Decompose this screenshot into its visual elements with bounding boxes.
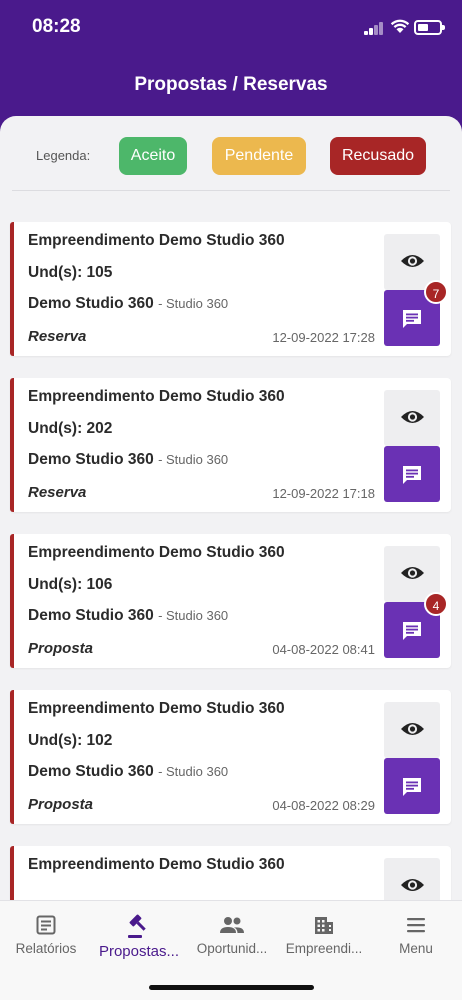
- eye-icon: [401, 411, 424, 423]
- status-bar-refused: [10, 846, 14, 900]
- proposal-card[interactable]: Empreendimento Demo Studio 360 Und(s): 10…: [10, 534, 451, 668]
- chat-icon: [403, 622, 421, 640]
- chat-icon: [403, 778, 421, 796]
- eye-icon: [401, 255, 424, 267]
- chat-button[interactable]: [384, 758, 440, 814]
- proposal-card[interactable]: Empreendimento Demo Studio 360 Und(s): 10…: [10, 222, 451, 356]
- status-bar-refused: [10, 222, 14, 356]
- unread-badge: 7: [424, 280, 448, 304]
- card-date: 12-09-2022 17:28: [272, 330, 375, 345]
- proposal-card[interactable]: Empreendimento Demo Studio 360: [10, 846, 451, 900]
- card-empreendimento: Empreendimento Demo Studio 360: [28, 700, 285, 717]
- card-client-name: Demo Studio 360: [28, 295, 154, 312]
- status-time: 08:28: [32, 16, 81, 37]
- tab-oportunidades[interactable]: Oportunid...: [186, 909, 278, 965]
- eye-icon: [401, 567, 424, 579]
- card-kind: Reserva: [28, 484, 87, 501]
- menu-icon: [407, 918, 425, 933]
- tab-propostas[interactable]: Propostas...: [92, 909, 186, 965]
- chat-button[interactable]: [384, 446, 440, 502]
- page-title: Propostas / Reservas: [134, 74, 328, 95]
- proposal-card[interactable]: Empreendimento Demo Studio 360 Und(s): 20…: [10, 378, 451, 512]
- proposal-card[interactable]: Empreendimento Demo Studio 360 Und(s): 10…: [10, 690, 451, 824]
- divider: [12, 190, 450, 191]
- battery-icon: [414, 20, 445, 35]
- card-client-name: Demo Studio 360: [28, 763, 154, 780]
- status-bar-refused: [10, 690, 14, 824]
- unread-badge: 4: [424, 592, 448, 616]
- card-date: 12-09-2022 17:18: [272, 486, 375, 501]
- legend-chip-pending: Pendente: [212, 137, 306, 175]
- status-bar: 08:28: [0, 0, 462, 56]
- card-units: Und(s): 106: [28, 576, 113, 593]
- tab-label: Relatórios: [15, 941, 77, 956]
- tab-empreendimentos[interactable]: Empreendi...: [278, 909, 370, 965]
- card-empreendimento: Empreendimento Demo Studio 360: [28, 232, 285, 249]
- card-empreendimento: Empreendimento Demo Studio 360: [28, 544, 285, 561]
- legend-chip-refused: Recusado: [330, 137, 426, 175]
- card-client: Demo Studio 360 - Studio 360: [28, 295, 228, 313]
- card-empreendimento: Empreendimento Demo Studio 360: [28, 388, 285, 405]
- card-client-sub: - Studio 360: [158, 452, 229, 467]
- card-date: 04-08-2022 08:29: [272, 798, 375, 813]
- view-button[interactable]: [384, 858, 440, 900]
- card-kind: Proposta: [28, 640, 94, 657]
- content-panel: Legenda: Aceito Pendente Recusado Empree…: [0, 116, 462, 900]
- wifi-icon: [390, 19, 410, 33]
- card-client-name: Demo Studio 360: [28, 607, 154, 624]
- card-client: Demo Studio 360 - Studio 360: [28, 451, 228, 469]
- legend: Legenda: Aceito Pendente Recusado: [0, 126, 462, 178]
- chat-icon: [403, 310, 421, 328]
- card-date: 04-08-2022 08:41: [272, 642, 375, 657]
- status-bar-refused: [10, 534, 14, 668]
- card-client-sub: - Studio 360: [158, 608, 229, 623]
- tab-label: Propostas...: [98, 943, 180, 960]
- card-kind: Reserva: [28, 328, 87, 345]
- card-units: Und(s): 202: [28, 420, 113, 437]
- card-units: Und(s): 102: [28, 732, 113, 749]
- eye-icon: [401, 879, 424, 891]
- card-units: Und(s): 105: [28, 264, 113, 281]
- tab-label: Oportunid...: [196, 941, 268, 956]
- view-button[interactable]: [384, 390, 440, 446]
- view-button[interactable]: [384, 702, 440, 758]
- legend-label: Legenda:: [36, 148, 91, 163]
- eye-icon: [401, 723, 424, 735]
- card-client: Demo Studio 360 - Studio 360: [28, 763, 228, 781]
- tab-menu[interactable]: Menu: [370, 909, 462, 965]
- chat-icon: [403, 466, 421, 484]
- card-client-name: Demo Studio 360: [28, 451, 154, 468]
- signal-icon: [364, 22, 384, 35]
- gavel-icon: [128, 914, 146, 938]
- tab-label: Empreendi...: [285, 941, 363, 956]
- tab-relatorios[interactable]: Relatórios: [0, 909, 92, 965]
- people-icon: [220, 917, 244, 933]
- report-icon: [36, 915, 56, 935]
- home-indicator: [149, 985, 314, 990]
- card-client: Demo Studio 360 - Studio 360: [28, 607, 228, 625]
- card-empreendimento: Empreendimento Demo Studio 360: [28, 856, 285, 873]
- tab-label: Menu: [399, 941, 433, 956]
- card-kind: Proposta: [28, 796, 94, 813]
- card-client-sub: - Studio 360: [158, 764, 229, 779]
- card-client-sub: - Studio 360: [158, 296, 229, 311]
- building-icon: [315, 917, 333, 934]
- legend-chip-accepted: Aceito: [119, 137, 187, 175]
- status-bar-refused: [10, 378, 14, 512]
